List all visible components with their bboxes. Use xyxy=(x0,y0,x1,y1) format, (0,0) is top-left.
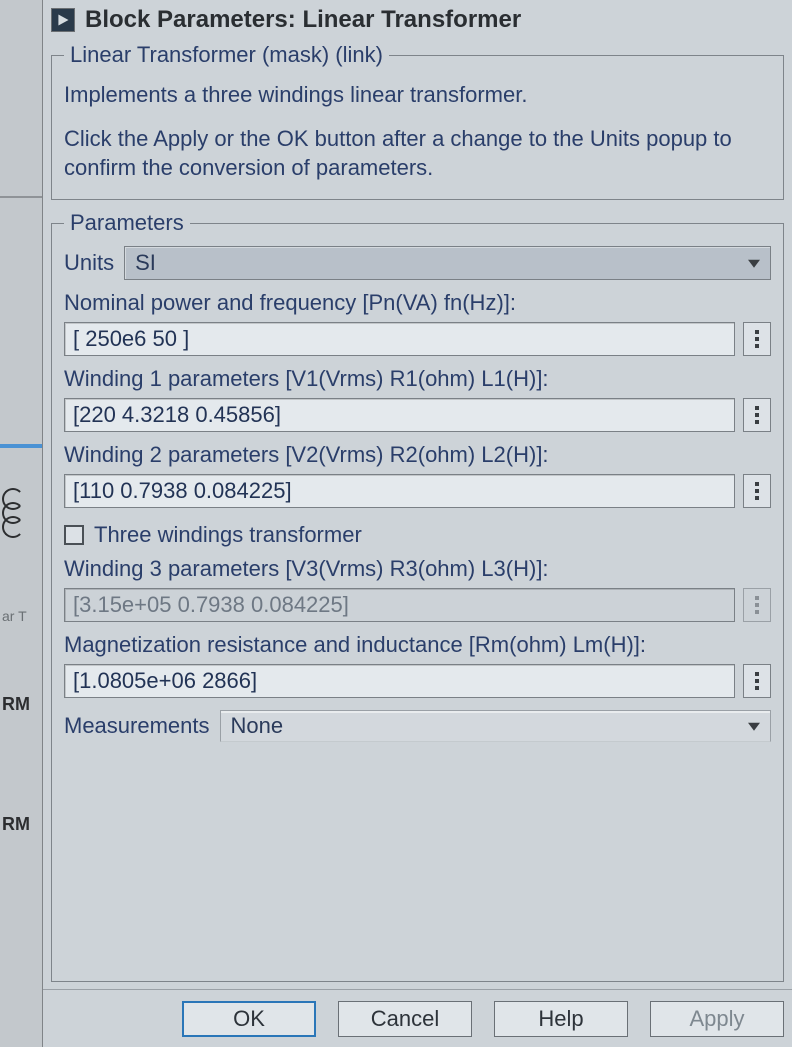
parameters-legend: Parameters xyxy=(64,210,190,236)
winding1-label: Winding 1 parameters [V1(Vrms) R1(ohm) L… xyxy=(64,366,771,392)
magnetization-more-button[interactable] xyxy=(743,664,771,698)
winding3-input xyxy=(64,588,735,622)
winding3-more-button xyxy=(743,588,771,622)
nominal-more-button[interactable] xyxy=(743,322,771,356)
bg-divider xyxy=(0,444,44,448)
cancel-button[interactable]: Cancel xyxy=(338,1001,472,1037)
mask-legend: Linear Transformer (mask) (link) xyxy=(64,42,389,68)
winding1-more-button[interactable] xyxy=(743,398,771,432)
units-row: Units SI xyxy=(64,246,771,280)
winding1-input[interactable] xyxy=(64,398,735,432)
mask-description-1: Implements a three windings linear trans… xyxy=(64,80,771,110)
window-title: Block Parameters: Linear Transformer xyxy=(85,6,521,34)
obscured-background: ar T RM RM xyxy=(0,0,48,1047)
units-value: SI xyxy=(135,250,156,276)
units-label: Units xyxy=(64,250,114,276)
winding2-input[interactable] xyxy=(64,474,735,508)
measurements-value: None xyxy=(231,713,284,739)
units-select[interactable]: SI xyxy=(124,246,771,280)
bg-text: ar T xyxy=(0,608,40,624)
mask-group: Linear Transformer (mask) (link) Impleme… xyxy=(51,42,784,200)
three-windings-checkbox[interactable] xyxy=(64,525,84,545)
winding2-label: Winding 2 parameters [V2(Vrms) R2(ohm) L… xyxy=(64,442,771,468)
ok-button[interactable]: OK xyxy=(182,1001,316,1037)
winding3-label: Winding 3 parameters [V3(Vrms) R3(ohm) L… xyxy=(64,556,771,582)
nominal-label: Nominal power and frequency [Pn(VA) fn(H… xyxy=(64,290,771,316)
nominal-input[interactable] xyxy=(64,322,735,356)
winding2-more-button[interactable] xyxy=(743,474,771,508)
bg-text: RM xyxy=(2,814,30,835)
app-icon xyxy=(51,8,75,32)
measurements-select[interactable]: None xyxy=(220,710,771,742)
three-windings-label: Three windings transformer xyxy=(94,522,362,548)
magnetization-label: Magnetization resistance and inductance … xyxy=(64,632,771,658)
parameters-group: Parameters Units SI Nominal power and fr… xyxy=(51,210,784,982)
measurements-row: Measurements None xyxy=(64,710,771,742)
chevron-down-icon xyxy=(748,723,760,731)
magnetization-input[interactable] xyxy=(64,664,735,698)
coil-icon xyxy=(2,488,32,548)
bg-divider xyxy=(0,196,44,198)
apply-button: Apply xyxy=(650,1001,784,1037)
measurements-label: Measurements xyxy=(64,713,210,739)
titlebar: Block Parameters: Linear Transformer xyxy=(43,0,792,42)
help-button[interactable]: Help xyxy=(494,1001,628,1037)
button-bar: OK Cancel Help Apply xyxy=(43,989,792,1047)
dialog-window: Block Parameters: Linear Transformer Lin… xyxy=(42,0,792,1047)
mask-description-2: Click the Apply or the OK button after a… xyxy=(64,124,771,183)
bg-text: RM xyxy=(2,694,30,715)
chevron-down-icon xyxy=(748,260,760,268)
